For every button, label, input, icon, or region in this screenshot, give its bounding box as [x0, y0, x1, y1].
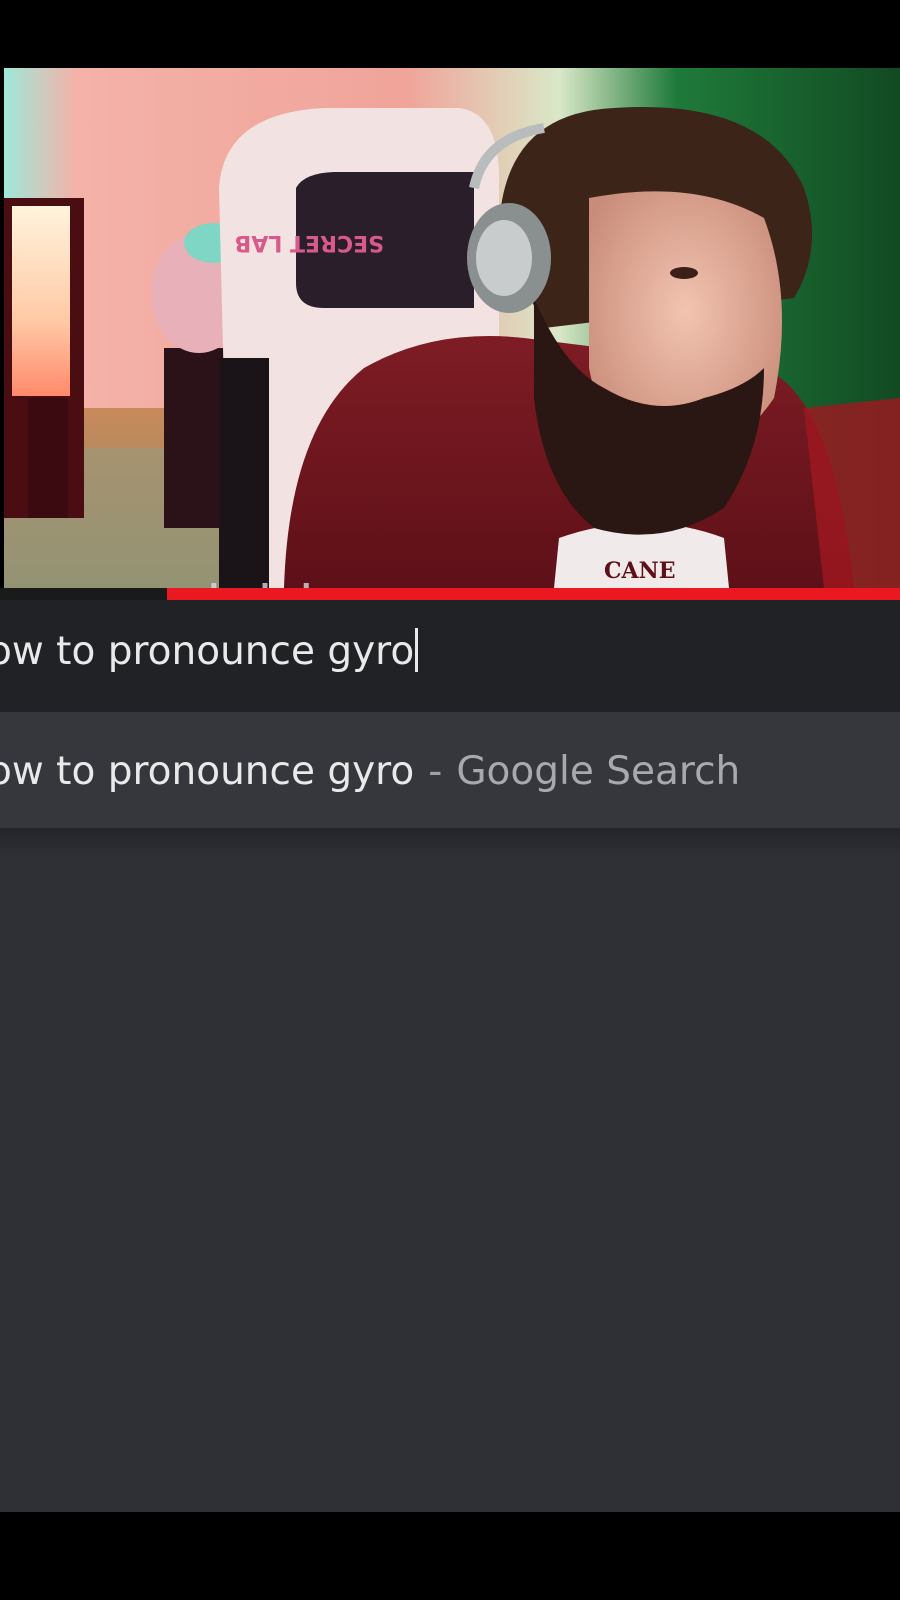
chair-armrest	[219, 358, 269, 588]
suggestion-content: ow to pronounce gyro - Google Search	[0, 749, 740, 794]
suggestion-separator: -	[428, 749, 443, 794]
shirt-print-text: CANE	[604, 558, 675, 584]
webcam-image: SECRET LAB CANE	[4, 68, 900, 588]
search-suggestion[interactable]: ow to pronounce gyro - Google Search	[0, 712, 900, 828]
headphone-cup-center	[476, 220, 532, 296]
text-caret	[415, 628, 419, 672]
webcam-overlay: SECRET LAB CANE yomoghadodo	[4, 68, 900, 588]
eye	[670, 267, 698, 279]
video-progress-bar[interactable]	[0, 588, 900, 600]
letterbox-bottom	[0, 1512, 900, 1600]
screen-frame: SECRET LAB CANE yomoghadodo ow to pronou…	[0, 0, 900, 1600]
lamp-stand	[28, 398, 68, 518]
suggestion-engine: Google Search	[456, 749, 741, 794]
lamp-light	[12, 206, 70, 396]
suggestion-query: ow to pronounce gyro	[0, 749, 415, 794]
address-input-value: ow to pronounce gyro	[0, 629, 415, 674]
page-content-area	[0, 858, 900, 1512]
chair-logo-text: SECRET LAB	[235, 230, 384, 255]
letterbox-top	[0, 0, 900, 68]
dropdown-divider	[0, 828, 900, 858]
video-progress-fill	[166, 588, 900, 600]
address-input[interactable]: ow to pronounce gyro	[0, 628, 419, 674]
streamer-watermark: yomoghadodo	[98, 578, 332, 588]
